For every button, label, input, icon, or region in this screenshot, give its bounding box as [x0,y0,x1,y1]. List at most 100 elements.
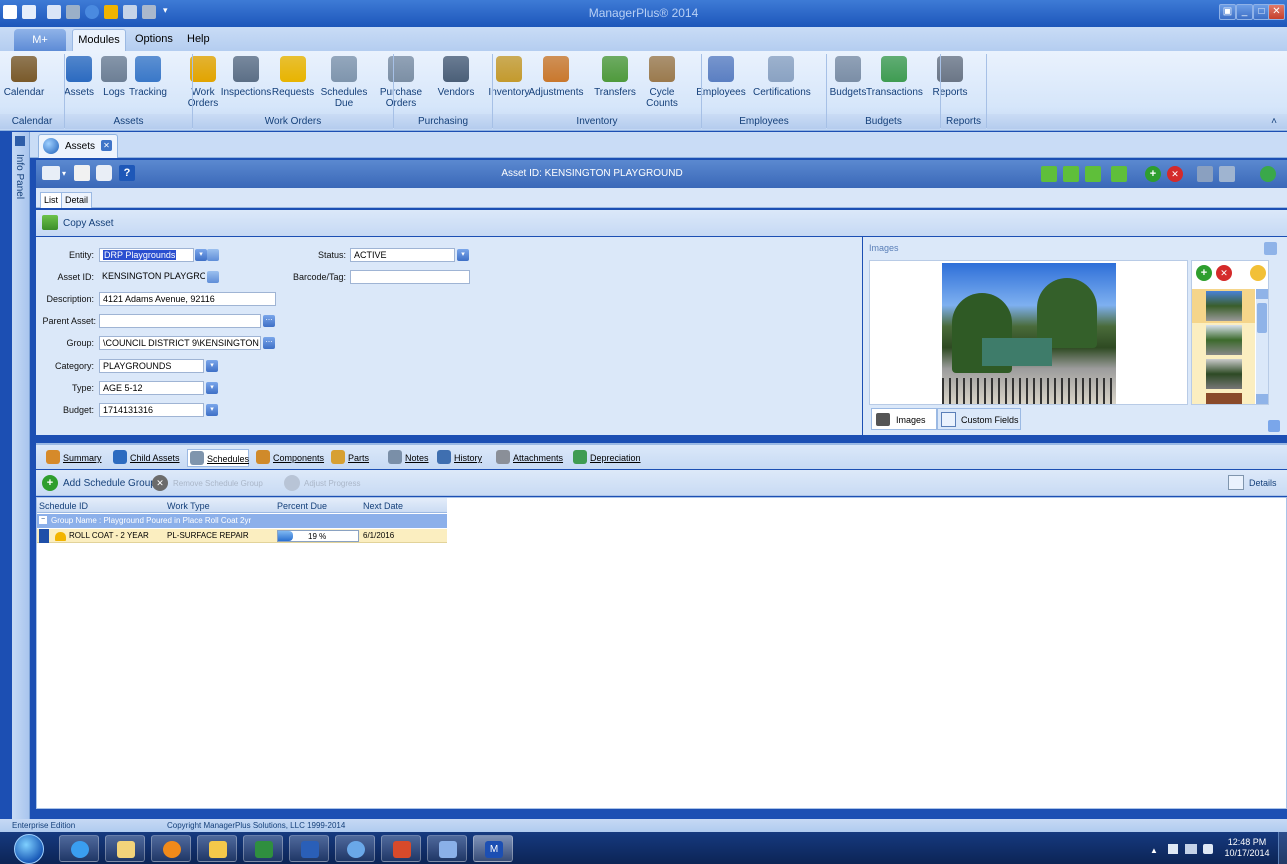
column-header-percent-due[interactable]: Percent Due [277,501,327,511]
add-record-icon[interactable]: + [1145,166,1161,182]
restore-layout-icon[interactable]: ▣ [1219,4,1236,20]
show-desktop-button[interactable] [1278,832,1287,864]
ribbon-button-vendor-person[interactable]: Vendors [428,56,484,98]
thumbnail-2[interactable] [1192,323,1255,357]
ribbon-button-calendar[interactable]: Calendar [0,56,52,98]
column-header-schedule-id[interactable]: Schedule ID [39,501,88,511]
collapse-images-icon[interactable] [1268,420,1280,432]
entity-field[interactable]: DRP Playgrounds [99,248,194,262]
tab-options[interactable]: Options [135,33,173,45]
ribbon-button-adjust-forklift[interactable]: Adjustments [528,56,584,98]
status-dropdown-icon[interactable]: ▾ [457,249,469,261]
taskbar-app-tools[interactable] [381,835,421,862]
ribbon-button-spreadsheet[interactable]: Transactions [866,56,923,98]
clock[interactable]: 12:48 PM 10/17/2014 [1222,837,1272,859]
tab-images[interactable]: Images [871,408,937,430]
taskbar-outlook[interactable] [197,835,237,862]
network-icon[interactable] [1185,844,1197,854]
taskbar-managerplus[interactable]: M [473,835,513,862]
group-row[interactable]: − Group Name : Playground Poured in Plac… [37,514,447,528]
ribbon-button-purchase-order[interactable]: Purchase Orders [373,56,429,109]
category-field[interactable]: PLAYGROUNDS [99,359,204,373]
default-image-ribbon-icon[interactable] [1250,265,1266,281]
tab-assets-document[interactable]: Assets ✕ [38,134,118,158]
thumbnail-1[interactable] [1192,289,1255,323]
first-record-icon[interactable] [1041,166,1057,182]
last-record-icon[interactable] [1111,166,1127,182]
budget-dropdown-icon[interactable]: ▾ [206,404,218,416]
scroll-thumb[interactable] [1257,303,1267,333]
tab-components[interactable]: Components [254,449,324,467]
column-header-work-type[interactable]: Work Type [167,501,210,511]
add-image-icon[interactable]: + [1196,265,1212,281]
ribbon-button-printer[interactable]: Reports [922,56,978,98]
tab-history[interactable]: History [435,449,489,467]
add-schedule-group-button[interactable]: Add Schedule Group [63,478,156,489]
previous-record-icon[interactable] [1063,166,1079,182]
ribbon-button-tracking-globe[interactable]: Tracking [120,56,176,98]
parent-asset-field[interactable] [99,314,261,328]
close-button[interactable]: ✕ [1268,4,1285,20]
image-viewer[interactable] [869,260,1188,405]
tab-help[interactable]: Help [187,33,210,45]
app-menu-button[interactable]: M+ [14,29,66,51]
scroll-down-icon[interactable] [1256,394,1268,404]
show-hidden-icons[interactable]: ▲ [1150,846,1158,855]
status-field[interactable]: ACTIVE [350,248,455,262]
tab-parts[interactable]: Parts [329,449,381,467]
row-selector[interactable] [39,529,49,543]
taskbar-media-player[interactable] [151,835,191,862]
action-center-flag-icon[interactable] [1168,844,1178,854]
tab-detail[interactable]: Detail [61,192,93,208]
ribbon-button-certificate[interactable]: Certifications [753,56,811,98]
next-record-icon[interactable] [1085,166,1101,182]
taskbar-internet-explorer[interactable] [59,835,99,862]
collapse-group-icon[interactable]: − [39,516,47,524]
scroll-up-icon[interactable] [1256,289,1268,299]
tab-summary[interactable]: Summary [44,449,106,467]
ribbon-button-drill[interactable]: Cycle Counts [634,56,690,109]
taskbar-excel[interactable] [243,835,283,862]
group-field[interactable]: \COUNCIL DISTRICT 9\KENSINGTON PLAY [99,336,261,350]
ribbon-button-schedule-grid[interactable]: Schedules Due [316,56,372,109]
asset-id-field[interactable]: KENSINGTON PLAYGROUND [99,270,205,284]
tab-notes[interactable]: Notes [386,449,430,467]
ribbon-button-request-hardhat[interactable]: Requests [265,56,321,98]
image-thumbnail-list[interactable]: + ✕ [1191,260,1269,405]
save-record-icon[interactable] [1197,166,1213,182]
tab-list[interactable]: List [40,192,63,208]
tab-schedules[interactable]: Schedules [187,449,249,467]
copy-asset-button[interactable]: Copy Asset [63,218,114,229]
tab-modules[interactable]: Modules [72,29,126,51]
remove-schedule-group-button[interactable]: Remove Schedule Group [173,479,263,488]
taskbar-file-explorer[interactable] [105,835,145,862]
taskbar-globe-app[interactable] [335,835,375,862]
category-dropdown-icon[interactable]: ▾ [206,360,218,372]
type-field[interactable]: AGE 5-12 [99,381,204,395]
column-header-next-date[interactable]: Next Date [363,501,403,511]
delete-record-icon[interactable]: ✕ [1167,166,1183,182]
copy-asset-icon[interactable] [42,215,58,230]
tab-attachments[interactable]: Attachments [494,449,566,467]
asset-id-edit-icon[interactable] [207,271,219,283]
undo-icon[interactable] [1219,166,1235,182]
thumbnail-scrollbar[interactable] [1256,289,1268,404]
close-tab-icon[interactable]: ✕ [101,140,112,151]
tab-child-assets[interactable]: Child Assets [111,449,183,467]
barcode-field[interactable] [350,270,470,284]
collapse-ribbon-icon[interactable]: ˄ [987,114,1287,129]
refresh-icon[interactable] [1260,166,1276,182]
info-panel[interactable]: Info Panel [12,132,30,820]
table-row[interactable]: ROLL COAT - 2 YEAR PL-SURFACE REPAIR 19 … [37,529,447,543]
entity-lookup-icon[interactable] [207,249,219,261]
group-lookup-icon[interactable]: ⋯ [263,337,275,349]
budget-field[interactable]: 1714131316 [99,403,204,417]
taskbar-paint[interactable] [427,835,467,862]
delete-image-icon[interactable]: ✕ [1216,265,1232,281]
tab-depreciation[interactable]: Depreciation [571,449,645,467]
entity-dropdown-icon[interactable]: ▾ [195,249,207,261]
details-button[interactable]: Details [1249,478,1277,488]
taskbar-word[interactable] [289,835,329,862]
type-dropdown-icon[interactable]: ▾ [206,382,218,394]
adjust-progress-button[interactable]: Adjust Progress [304,479,360,488]
